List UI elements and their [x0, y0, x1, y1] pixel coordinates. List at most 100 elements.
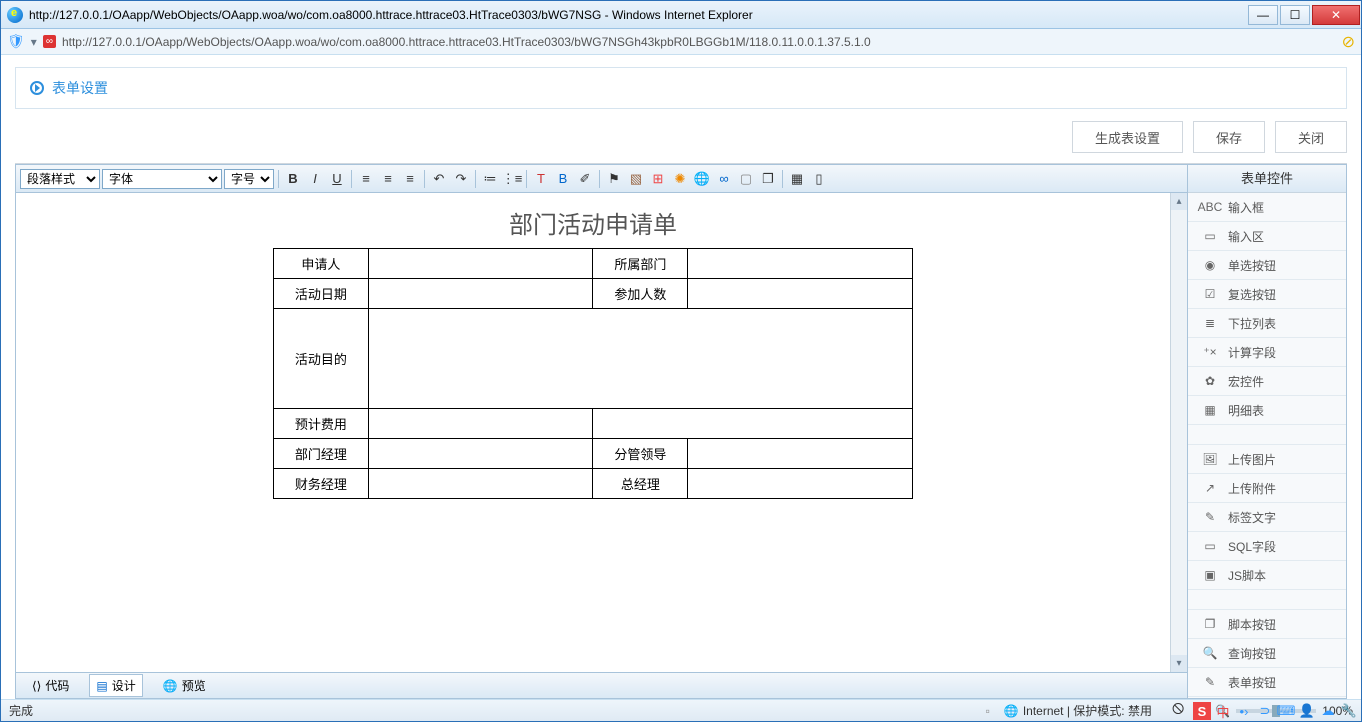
- control-item3-2[interactable]: ✎ 表单按钮: [1188, 668, 1346, 697]
- code-icon[interactable]: ▢: [736, 169, 756, 189]
- control-item2-3[interactable]: ▭SQL字段: [1188, 532, 1346, 561]
- font-color-icon[interactable]: T: [531, 169, 551, 189]
- tray-ime-icon[interactable]: 中: [1214, 702, 1232, 720]
- control-item-0[interactable]: ABC输入框: [1188, 193, 1346, 222]
- align-center-icon[interactable]: ≡: [378, 169, 398, 189]
- size-select[interactable]: 字号: [224, 169, 274, 189]
- bold-icon[interactable]: B: [283, 169, 303, 189]
- editor-canvas[interactable]: 部门活动申请单 申请人 所属部门 活动日期 参加人数: [16, 193, 1170, 672]
- control-item2-icon-1: ↗: [1202, 480, 1218, 496]
- status-done: 完成: [9, 702, 986, 719]
- font-select[interactable]: 字体: [102, 169, 222, 189]
- system-tray: S 中 •› ⊃ ⌨ 👤 ☁ 🔧: [1189, 700, 1362, 722]
- url-text[interactable]: http://127.0.0.1/OAapp/WebObjects/OAapp.…: [62, 35, 1336, 49]
- control-item-1[interactable]: ▭输入区: [1188, 222, 1346, 251]
- popup-icon[interactable]: ▫: [986, 704, 990, 718]
- tray-keyboard-icon[interactable]: ⌨: [1277, 702, 1295, 720]
- windows-icon[interactable]: ⊞: [648, 169, 668, 189]
- tray-full-icon[interactable]: ⊃: [1256, 702, 1274, 720]
- form-table: 申请人 所属部门 活动日期 参加人数: [273, 248, 913, 499]
- input-dept-mgr[interactable]: [368, 439, 593, 469]
- table-icon[interactable]: ▦: [787, 169, 807, 189]
- control-item-label-5: 计算字段: [1228, 344, 1276, 361]
- label-department: 所属部门: [593, 249, 688, 279]
- protected-mode-icon[interactable]: 🛇: [1172, 700, 1184, 721]
- bg-color-icon[interactable]: B: [553, 169, 573, 189]
- input-fin-mgr[interactable]: [368, 469, 593, 499]
- redo-icon[interactable]: ↷: [451, 169, 471, 189]
- window-close-button[interactable]: [1312, 5, 1360, 25]
- tab-preview[interactable]: 🌐预览: [157, 675, 212, 696]
- tray-user-icon[interactable]: 👤: [1298, 702, 1316, 720]
- control-item2-1[interactable]: ↗上传附件: [1188, 474, 1346, 503]
- tray-punct-icon[interactable]: •›: [1235, 702, 1253, 720]
- control-item2-4[interactable]: ▣JS脚本: [1188, 561, 1346, 590]
- scroll-up-icon[interactable]: ▴: [1171, 193, 1187, 210]
- control-item-icon-7: ▦: [1202, 402, 1218, 418]
- unordered-list-icon[interactable]: ⋮≡: [502, 169, 522, 189]
- control-item-4[interactable]: ≣下拉列表: [1188, 309, 1346, 338]
- control-item3-1[interactable]: 🔍查询按钮: [1188, 639, 1346, 668]
- web-icon[interactable]: 🌐: [692, 169, 712, 189]
- para-style-select[interactable]: 段落样式: [20, 169, 100, 189]
- shield-icon[interactable]: 🛡: [7, 33, 25, 50]
- input-budget-ext[interactable]: [593, 409, 913, 439]
- vertical-scrollbar[interactable]: ▴ ▾: [1170, 193, 1187, 672]
- window-minimize-button[interactable]: [1248, 5, 1278, 25]
- control-item-7[interactable]: ▦明细表: [1188, 396, 1346, 425]
- control-item-3[interactable]: ☑ 复选按钮: [1188, 280, 1346, 309]
- tray-tool-icon[interactable]: 🔧: [1340, 702, 1358, 720]
- window-maximize-button[interactable]: [1280, 5, 1310, 25]
- control-item-5[interactable]: ⁺×计算字段: [1188, 338, 1346, 367]
- broken-link-icon: ∞: [43, 35, 56, 48]
- flag-icon[interactable]: ⚑: [604, 169, 624, 189]
- input-people[interactable]: [688, 279, 913, 309]
- input-applicant[interactable]: [368, 249, 593, 279]
- control-item2-label-0: 上传图片: [1228, 451, 1276, 468]
- label-people: 参加人数: [593, 279, 688, 309]
- control-item-label-4: 下拉列表: [1228, 315, 1276, 332]
- image-icon[interactable]: ▧: [626, 169, 646, 189]
- input-gm[interactable]: [688, 469, 913, 499]
- align-right-icon[interactable]: ≡: [400, 169, 420, 189]
- control-item-label-3: 复选按钮: [1228, 286, 1276, 303]
- compat-icon[interactable]: ⊘: [1342, 32, 1355, 52]
- control-item-icon-0: ABC: [1202, 199, 1218, 215]
- control-item-6[interactable]: ✿宏控件: [1188, 367, 1346, 396]
- input-date[interactable]: [368, 279, 593, 309]
- tab-code[interactable]: ⟨⟩代码: [26, 675, 75, 696]
- control-item2-label-4: JS脚本: [1228, 567, 1266, 584]
- page-icon[interactable]: ▯: [809, 169, 829, 189]
- control-item-2[interactable]: ◉单选按钮: [1188, 251, 1346, 280]
- input-department[interactable]: [688, 249, 913, 279]
- generate-button[interactable]: 生成表设置: [1072, 121, 1183, 153]
- copy-icon[interactable]: ❐: [758, 169, 778, 189]
- close-button[interactable]: 关闭: [1275, 121, 1347, 153]
- clear-format-icon[interactable]: ✐: [575, 169, 595, 189]
- control-item3-icon-0: ❐: [1202, 616, 1218, 632]
- underline-icon[interactable]: U: [327, 169, 347, 189]
- control-item2-2[interactable]: ✎标签文字: [1188, 503, 1346, 532]
- control-item3-label-2: 表单按钮: [1228, 674, 1276, 691]
- undo-icon[interactable]: ↶: [429, 169, 449, 189]
- control-item3-0[interactable]: ❐脚本按钮: [1188, 610, 1346, 639]
- input-leader[interactable]: [688, 439, 913, 469]
- save-button[interactable]: 保存: [1193, 121, 1265, 153]
- burst-icon[interactable]: ✺: [670, 169, 690, 189]
- dropdown-icon[interactable]: ▾: [31, 35, 37, 49]
- tab-design[interactable]: ▤设计: [89, 674, 142, 697]
- italic-icon[interactable]: I: [305, 169, 325, 189]
- scroll-down-icon[interactable]: ▾: [1171, 655, 1187, 672]
- control-item3-icon-2: ✎: [1202, 674, 1218, 690]
- input-purpose[interactable]: [368, 309, 912, 409]
- form-title: 部门活动申请单: [36, 205, 1150, 240]
- control-item2-0[interactable]: 🖼上传图片: [1188, 445, 1346, 474]
- input-budget[interactable]: [368, 409, 593, 439]
- control-item-icon-1: ▭: [1202, 228, 1218, 244]
- control-item-icon-3: ☑: [1202, 286, 1218, 302]
- ordered-list-icon[interactable]: ≔: [480, 169, 500, 189]
- tray-cloud-icon[interactable]: ☁: [1319, 702, 1337, 720]
- align-left-icon[interactable]: ≡: [356, 169, 376, 189]
- tray-sogou-icon[interactable]: S: [1193, 702, 1211, 720]
- link-icon[interactable]: ∞: [714, 169, 734, 189]
